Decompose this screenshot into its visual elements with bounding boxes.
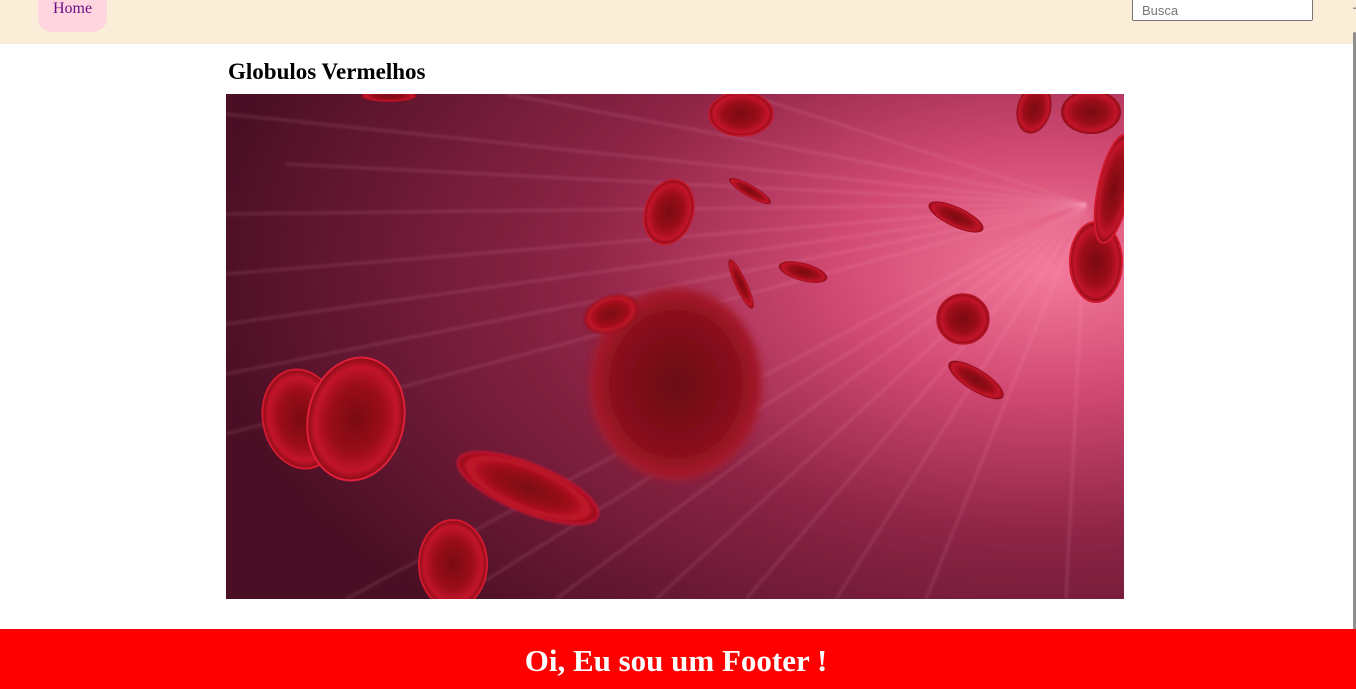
red-blood-cells-image: [226, 94, 1124, 599]
footer: Oi, Eu sou um Footer !: [0, 629, 1356, 689]
search-input[interactable]: [1132, 0, 1313, 21]
top-navbar: Home: [0, 0, 1356, 44]
home-link[interactable]: Home: [38, 0, 107, 32]
footer-text: Oi, Eu sou um Footer !: [524, 643, 828, 678]
page-title: Globulos Vermelhos: [228, 59, 426, 84]
